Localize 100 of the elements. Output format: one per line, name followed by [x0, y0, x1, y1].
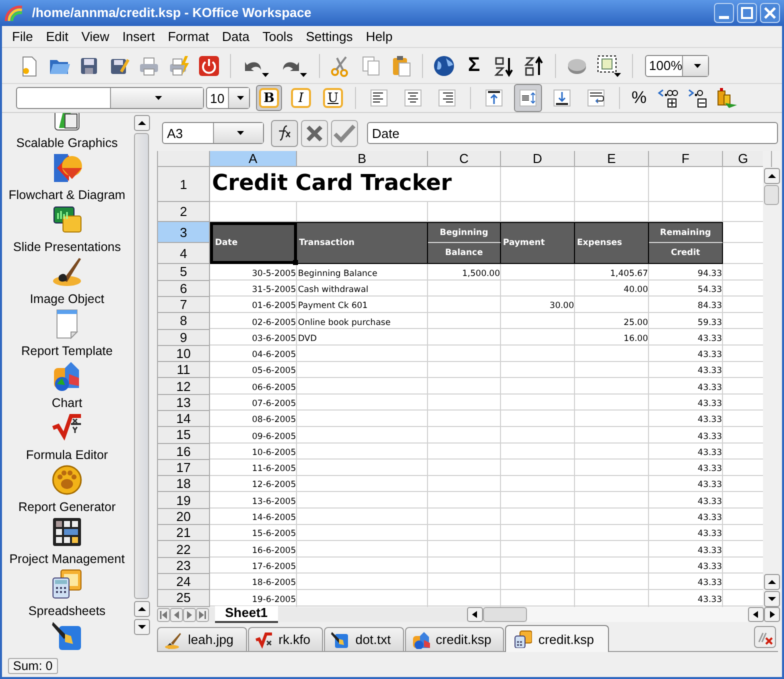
menu-item[interactable]: Edit	[40, 26, 76, 46]
row-header[interactable]: 20	[158, 508, 210, 526]
component-icon[interactable]	[51, 516, 83, 548]
minimize-button[interactable]	[714, 2, 734, 23]
menu-item[interactable]: Tools	[256, 26, 300, 46]
first-sheet-icon[interactable]	[157, 608, 170, 622]
row-header[interactable]: 17	[158, 460, 210, 476]
menu-item[interactable]: Data	[216, 26, 256, 46]
row-header[interactable]: 9	[158, 330, 210, 346]
align-middle-icon[interactable]	[517, 87, 539, 110]
scroll-left-icon[interactable]	[748, 607, 764, 622]
document-tab[interactable]: leah.jpg	[157, 627, 247, 652]
dropdown-arrow-icon[interactable]	[694, 64, 701, 68]
sidebar-item[interactable]: Report Template	[21, 344, 113, 360]
row-header[interactable]: 1	[158, 167, 210, 202]
document-tab[interactable]: rk.kfo	[248, 627, 324, 652]
menu-item[interactable]: Help	[360, 26, 400, 46]
scrollbar-thumb[interactable]	[134, 133, 149, 600]
accept-button[interactable]	[331, 120, 358, 147]
previous-sheet-icon[interactable]	[170, 608, 183, 622]
sidebar-item[interactable]: Spreadsheets	[28, 604, 106, 620]
document-tab[interactable]: credit.ksp	[505, 625, 610, 652]
row-header[interactable]: 5	[158, 264, 210, 281]
menu-item[interactable]: View	[75, 26, 116, 46]
scrollbar-thumb[interactable]	[764, 185, 779, 206]
row-header[interactable]: 22	[158, 541, 210, 558]
sidebar-item[interactable]: Scalable Graphics	[16, 136, 118, 152]
dropdown-arrow-icon[interactable]	[236, 96, 244, 100]
row-header[interactable]: 18	[158, 476, 210, 492]
scroll-right-icon[interactable]	[764, 607, 780, 622]
dropdown-arrow-icon[interactable]	[154, 96, 162, 100]
menu-item[interactable]: Settings	[300, 26, 360, 46]
font-size-combo[interactable]: 10	[206, 87, 250, 110]
scroll-up-icon[interactable]	[764, 574, 780, 590]
row-header[interactable]: 3	[158, 222, 210, 244]
row-header[interactable]: 7	[158, 296, 210, 314]
last-sheet-icon[interactable]	[196, 608, 209, 622]
sidebar-item[interactable]: Project Management	[9, 552, 125, 568]
document-tab[interactable]: dot.txt	[324, 627, 404, 652]
next-sheet-icon[interactable]	[183, 608, 196, 622]
row-header[interactable]: 21	[158, 525, 210, 542]
column-header[interactable]: G	[723, 151, 763, 168]
close-button[interactable]	[760, 2, 780, 23]
scroll-down-icon[interactable]	[134, 619, 150, 636]
function-button[interactable]	[271, 120, 298, 147]
percent-button[interactable]: %	[629, 88, 649, 108]
maximize-button[interactable]	[737, 2, 757, 23]
component-icon[interactable]	[51, 568, 83, 600]
align-center-icon[interactable]	[402, 87, 424, 110]
globe-icon[interactable]	[433, 54, 455, 77]
row-header[interactable]: 8	[158, 313, 210, 330]
row-header[interactable]: 16	[158, 444, 210, 460]
menu-item[interactable]: Insert	[116, 26, 162, 46]
scroll-up-icon[interactable]	[134, 601, 150, 618]
row-header[interactable]: 24	[158, 574, 210, 590]
align-top-icon[interactable]	[483, 87, 505, 110]
sort-descending-icon[interactable]	[523, 54, 545, 77]
column-header[interactable]: C	[428, 151, 501, 168]
row-header[interactable]: 23	[158, 558, 210, 574]
cell-reference-field[interactable]: A3	[162, 122, 264, 144]
sidebar-item[interactable]: Slide Presentations	[13, 240, 121, 256]
document-tab[interactable]: credit.ksp	[404, 627, 504, 652]
scroll-down-icon[interactable]	[764, 591, 780, 608]
scrollbar-thumb[interactable]	[483, 607, 527, 622]
align-wrap-icon[interactable]	[585, 87, 607, 110]
align-bottom-icon[interactable]	[551, 87, 573, 110]
component-icon[interactable]	[51, 256, 83, 288]
column-header[interactable]: F	[649, 151, 723, 168]
sidebar-item[interactable]: Chart	[52, 396, 82, 412]
formula-field[interactable]: Date	[367, 122, 778, 144]
align-left-icon[interactable]	[368, 87, 390, 110]
sidebar-item[interactable]: Formula Editor	[26, 448, 108, 464]
column-header[interactable]: A	[210, 151, 297, 168]
column-header[interactable]: E	[575, 151, 649, 168]
clipboard-icon[interactable]	[390, 54, 412, 77]
align-right-icon[interactable]	[436, 87, 458, 110]
pen-icon[interactable]	[51, 620, 83, 652]
dropdown-arrow-icon[interactable]	[236, 131, 244, 136]
row-header[interactable]: 25	[158, 590, 210, 607]
increase-precision-icon[interactable]	[655, 87, 679, 110]
row-header[interactable]: 19	[158, 492, 210, 509]
row-header[interactable]: 4	[158, 243, 210, 264]
sort-ascending-icon[interactable]	[493, 54, 515, 77]
dotted-frame-icon[interactable]	[596, 54, 622, 78]
zoom-combo[interactable]: 100%	[645, 54, 709, 77]
sum-button[interactable]: Σ	[463, 54, 485, 78]
sheet-tab[interactable]: Sheet1	[215, 606, 278, 624]
menu-item[interactable]: Format	[162, 26, 216, 46]
row-header[interactable]: 13	[158, 394, 210, 411]
coins-icon[interactable]	[715, 87, 739, 110]
printer-lightning-icon[interactable]	[168, 54, 190, 77]
row-header[interactable]: 10	[158, 346, 210, 362]
power-icon[interactable]	[198, 54, 220, 77]
scroll-up-icon[interactable]	[134, 115, 150, 132]
row-header[interactable]: 11	[158, 362, 210, 378]
scroll-up-icon[interactable]	[764, 168, 780, 184]
row-header[interactable]: 15	[158, 427, 210, 444]
sidebar-item[interactable]: Report Generator	[18, 500, 116, 516]
scroll-left-icon[interactable]	[467, 607, 483, 622]
row-header[interactable]: 12	[158, 378, 210, 395]
